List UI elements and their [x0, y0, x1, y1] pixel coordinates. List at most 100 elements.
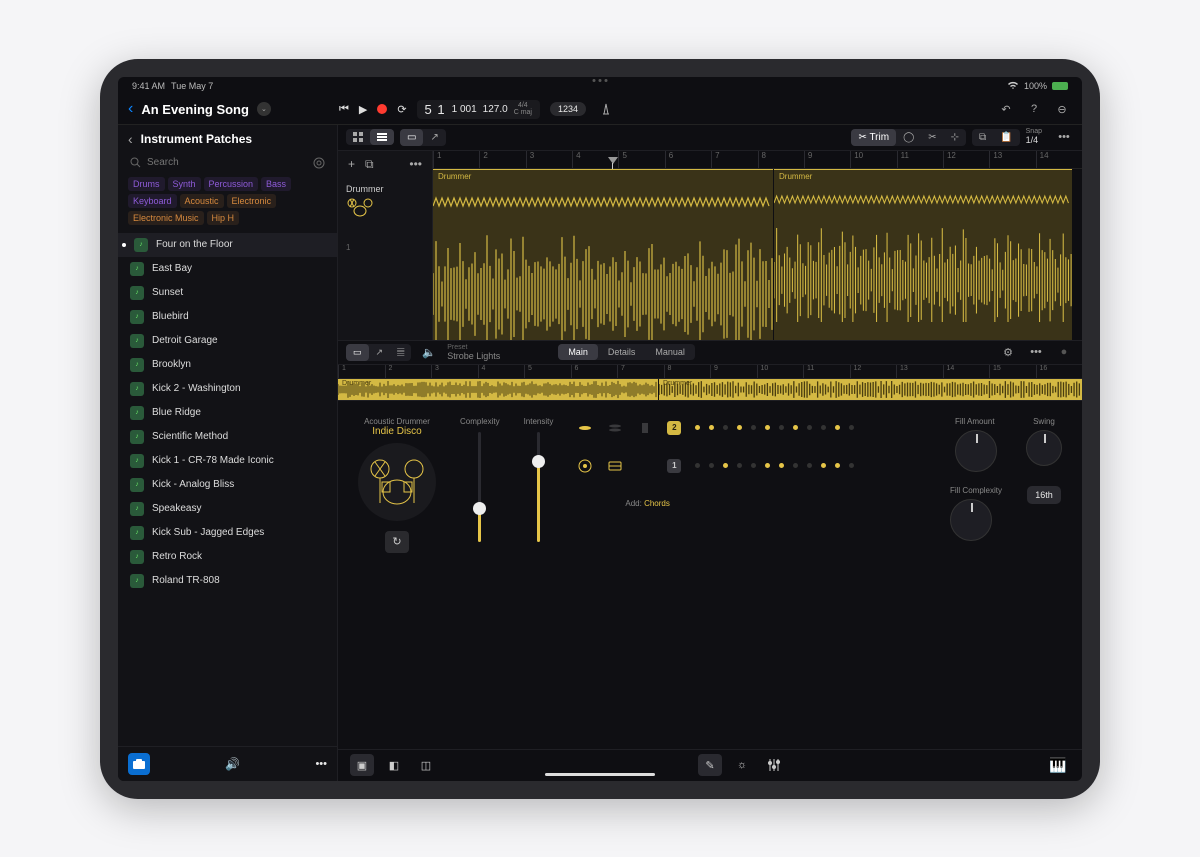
pattern-step[interactable] — [709, 463, 714, 468]
tag-percussion[interactable]: Percussion — [204, 177, 259, 191]
mixer-button[interactable] — [762, 754, 786, 776]
editor-tab-main[interactable]: Main — [558, 344, 598, 360]
help-button[interactable]: ? — [1024, 99, 1044, 119]
display-mode-button[interactable]: 1234 — [550, 102, 586, 116]
multitask-dots[interactable] — [593, 79, 608, 82]
pattern-step[interactable] — [821, 463, 826, 468]
pattern-step[interactable] — [751, 425, 756, 430]
editor-tab-details[interactable]: Details — [598, 344, 646, 360]
pattern-step[interactable] — [835, 425, 840, 430]
patch-item[interactable]: ♪Blue Ridge — [118, 401, 337, 425]
paste-button[interactable]: 📋 — [993, 129, 1019, 146]
timeline-ruler[interactable]: 1234567891011121314 — [433, 151, 1082, 169]
swing-value-selector[interactable]: 16th — [1027, 486, 1061, 504]
pattern-step[interactable] — [807, 425, 812, 430]
patch-item[interactable]: ♪Scientific Method — [118, 425, 337, 449]
volume-icon[interactable]: 🔊 — [225, 757, 240, 771]
pattern-step[interactable] — [723, 425, 728, 430]
automation-tool-button[interactable]: ↗ — [423, 129, 445, 146]
view-grid-button[interactable] — [346, 129, 370, 145]
track-header[interactable]: Drummer — [338, 178, 432, 223]
hihat-open-icon[interactable] — [607, 421, 623, 435]
ride-icon[interactable] — [637, 421, 653, 435]
patch-item[interactable]: ♪Kick 2 - Washington — [118, 377, 337, 401]
join-tool-button[interactable]: ⊹ — [944, 129, 966, 146]
pattern-step[interactable] — [807, 463, 812, 468]
smart-controls-button[interactable]: ☼ — [730, 754, 754, 776]
hihat-variation-number[interactable]: 2 — [667, 421, 681, 435]
editor-record-button[interactable]: ● — [1054, 342, 1074, 362]
pattern-step[interactable] — [751, 463, 756, 468]
settings-button[interactable]: ⊖ — [1052, 99, 1072, 119]
patch-item[interactable]: ♪Four on the Floor — [118, 233, 337, 257]
fill-complexity-knob[interactable] — [950, 499, 992, 541]
library-button[interactable] — [128, 753, 150, 775]
editor-region-view-button[interactable]: ▭ — [346, 344, 369, 361]
copy-button[interactable]: ⧉ — [972, 129, 993, 146]
pattern-step[interactable] — [849, 425, 854, 430]
pattern-step[interactable] — [765, 463, 770, 468]
editor-beat-view-button[interactable]: 𝄚 — [390, 344, 411, 361]
drumkit-picker[interactable] — [358, 443, 436, 521]
library-back-button[interactable]: ‹ — [128, 131, 133, 147]
patch-item[interactable]: ♪Detroit Garage — [118, 329, 337, 353]
pattern-step[interactable] — [779, 425, 784, 430]
editor-settings-icon[interactable]: ⚙ — [998, 342, 1018, 362]
tag-hip-h[interactable]: Hip H — [207, 211, 240, 225]
pattern-step[interactable] — [793, 425, 798, 430]
fill-amount-knob[interactable] — [955, 430, 997, 472]
pattern-step[interactable] — [793, 463, 798, 468]
patch-item[interactable]: ♪Retro Rock — [118, 545, 337, 569]
tag-drums[interactable]: Drums — [128, 177, 165, 191]
snap-selector[interactable]: Snap 1/4 — [1026, 128, 1048, 146]
kick-snare-pattern-row[interactable]: 1 — [577, 459, 926, 473]
editor-tab-manual[interactable]: Manual — [645, 344, 695, 360]
playhead[interactable] — [608, 151, 618, 169]
pattern-step[interactable] — [709, 425, 714, 430]
patch-item[interactable]: ♪Sunset — [118, 281, 337, 305]
play-button[interactable]: ▶ — [359, 103, 367, 116]
patch-item[interactable]: ♪Kick - Analog Bliss — [118, 473, 337, 497]
loop-tool-button[interactable]: ◯ — [896, 129, 921, 146]
patch-item[interactable]: ♪Roland TR-808 — [118, 569, 337, 593]
patch-item[interactable]: ♪Bluebird — [118, 305, 337, 329]
notepad-button[interactable]: ◧ — [382, 754, 406, 776]
tag-electronic[interactable]: Electronic — [227, 194, 277, 208]
region-drummer-1[interactable]: Drummer — [433, 169, 773, 340]
pattern-step[interactable] — [849, 463, 854, 468]
record-button[interactable] — [377, 104, 387, 114]
duplicate-track-button[interactable]: ⧉ — [365, 157, 374, 172]
track-more-button[interactable]: ••• — [409, 157, 422, 171]
tag-electronic-music[interactable]: Electronic Music — [128, 211, 204, 225]
metronome-button[interactable] — [596, 99, 616, 119]
tag-synth[interactable]: Synth — [168, 177, 201, 191]
patch-item[interactable]: ♪East Bay — [118, 257, 337, 281]
editor-ruler[interactable]: 12345678910111213141516 — [338, 365, 1082, 379]
editor-region-2[interactable]: Drummer — [659, 379, 1082, 400]
tag-acoustic[interactable]: Acoustic — [180, 194, 224, 208]
pattern-step[interactable] — [723, 463, 728, 468]
timeline-area[interactable]: 1234567891011121314 Drummer Drummer — [433, 151, 1082, 340]
loop-browser-button[interactable]: ◫ — [414, 754, 438, 776]
swing-knob[interactable] — [1026, 430, 1062, 466]
editor-region-1[interactable]: Drummer — [338, 379, 658, 400]
editor-automation-button[interactable]: ↗ — [369, 344, 391, 361]
trim-tool-button[interactable]: ✂ Trim — [851, 129, 896, 146]
drummer-style-label[interactable]: Indie Disco — [372, 426, 421, 437]
pattern-step[interactable] — [737, 463, 742, 468]
pointer-tool-button[interactable]: ▭ — [400, 129, 423, 146]
patch-list[interactable]: ♪Four on the Floor♪East Bay♪Sunset♪Blueb… — [118, 233, 337, 746]
pattern-step[interactable] — [695, 463, 700, 468]
snare-icon[interactable] — [607, 459, 623, 473]
browser-button[interactable]: ▣ — [350, 754, 374, 776]
add-chords-row[interactable]: Add: Chords — [577, 497, 926, 509]
sidebar-more-button[interactable]: ••• — [315, 758, 327, 770]
search-input[interactable] — [147, 157, 307, 168]
intensity-slider[interactable] — [537, 432, 540, 542]
patch-item[interactable]: ♪Kick Sub - Jagged Edges — [118, 521, 337, 545]
hihat-closed-icon[interactable] — [577, 421, 593, 435]
pattern-step[interactable] — [835, 463, 840, 468]
view-list-button[interactable] — [370, 129, 394, 145]
toolbar-more-button[interactable]: ••• — [1054, 127, 1074, 147]
editor-mute-button[interactable]: 🔈 — [419, 342, 439, 362]
